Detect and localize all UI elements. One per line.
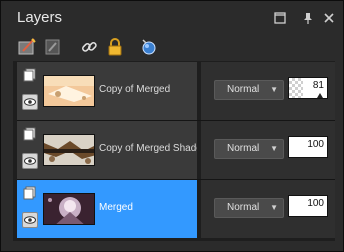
- opacity-value: 100: [307, 139, 324, 150]
- raster-layer-icon: [23, 127, 37, 141]
- pin-icon[interactable]: [301, 11, 315, 25]
- layers-palette: Layers Copy of Merged Normal ▼ 81 Copy o…: [0, 0, 344, 252]
- blend-mode-value: Normal: [227, 202, 260, 213]
- layers-toolbar: [1, 34, 343, 60]
- link-icon[interactable]: [79, 37, 99, 57]
- palette-title: Layers: [17, 9, 63, 26]
- layer-name-label: Copy of Merged: [99, 84, 171, 95]
- visibility-eye-icon[interactable]: [22, 212, 38, 228]
- blend-mode-value: Normal: [227, 84, 260, 95]
- opacity-value: 100: [307, 198, 324, 209]
- layer-properties-cell: Normal ▼ 81: [201, 62, 335, 120]
- maximize-icon[interactable]: [273, 11, 287, 25]
- chevron-down-icon: ▼: [270, 203, 278, 212]
- layer-name-cell[interactable]: Copy of Merged Shadow: [17, 121, 209, 179]
- layer-row[interactable]: Merged Normal ▼ 100: [13, 180, 335, 238]
- blend-mode-dropdown[interactable]: Normal ▼: [214, 139, 284, 159]
- blend-mode-value: Normal: [227, 143, 260, 154]
- layer-thumbnail: [43, 193, 95, 225]
- chevron-down-icon: ▼: [270, 85, 278, 94]
- visibility-eye-icon[interactable]: [22, 94, 38, 110]
- layer-properties-cell: Normal ▼ 100: [201, 180, 335, 238]
- opacity-slider[interactable]: 81: [288, 77, 328, 99]
- layer-name-cell[interactable]: Merged: [17, 180, 197, 238]
- layer-name-label: Copy of Merged Shadow: [99, 143, 210, 154]
- layers-list: Copy of Merged Normal ▼ 81 Copy of Merge…: [13, 61, 335, 241]
- edit-selection-icon[interactable]: [139, 37, 159, 57]
- opacity-slider[interactable]: 100: [288, 195, 328, 217]
- opacity-slider[interactable]: 100: [288, 136, 328, 158]
- visibility-eye-icon[interactable]: [22, 153, 38, 169]
- layer-thumbnail: [43, 134, 95, 166]
- layer-name-cell[interactable]: Copy of Merged: [17, 62, 197, 120]
- opacity-value: 81: [312, 80, 324, 91]
- blend-mode-dropdown[interactable]: Normal ▼: [214, 80, 284, 100]
- layer-row[interactable]: Copy of Merged Normal ▼ 81: [13, 62, 335, 120]
- new-mask-layer-icon[interactable]: [43, 37, 63, 57]
- lock-icon[interactable]: [105, 37, 125, 57]
- opacity-marker: [317, 93, 323, 98]
- new-raster-layer-icon[interactable]: [17, 37, 37, 57]
- layer-row[interactable]: Copy of Merged Shadow Normal ▼ 100: [13, 121, 335, 179]
- blend-mode-dropdown[interactable]: Normal ▼: [214, 198, 284, 218]
- close-icon[interactable]: [322, 11, 336, 25]
- chevron-down-icon: ▼: [270, 144, 278, 153]
- layer-name-label: Merged: [99, 202, 133, 213]
- layer-thumbnail: [43, 75, 95, 107]
- raster-layer-icon: [23, 186, 37, 200]
- raster-layer-icon: [23, 68, 37, 82]
- layer-properties-cell: Normal ▼ 100: [201, 121, 335, 179]
- title-bar[interactable]: Layers: [1, 1, 343, 33]
